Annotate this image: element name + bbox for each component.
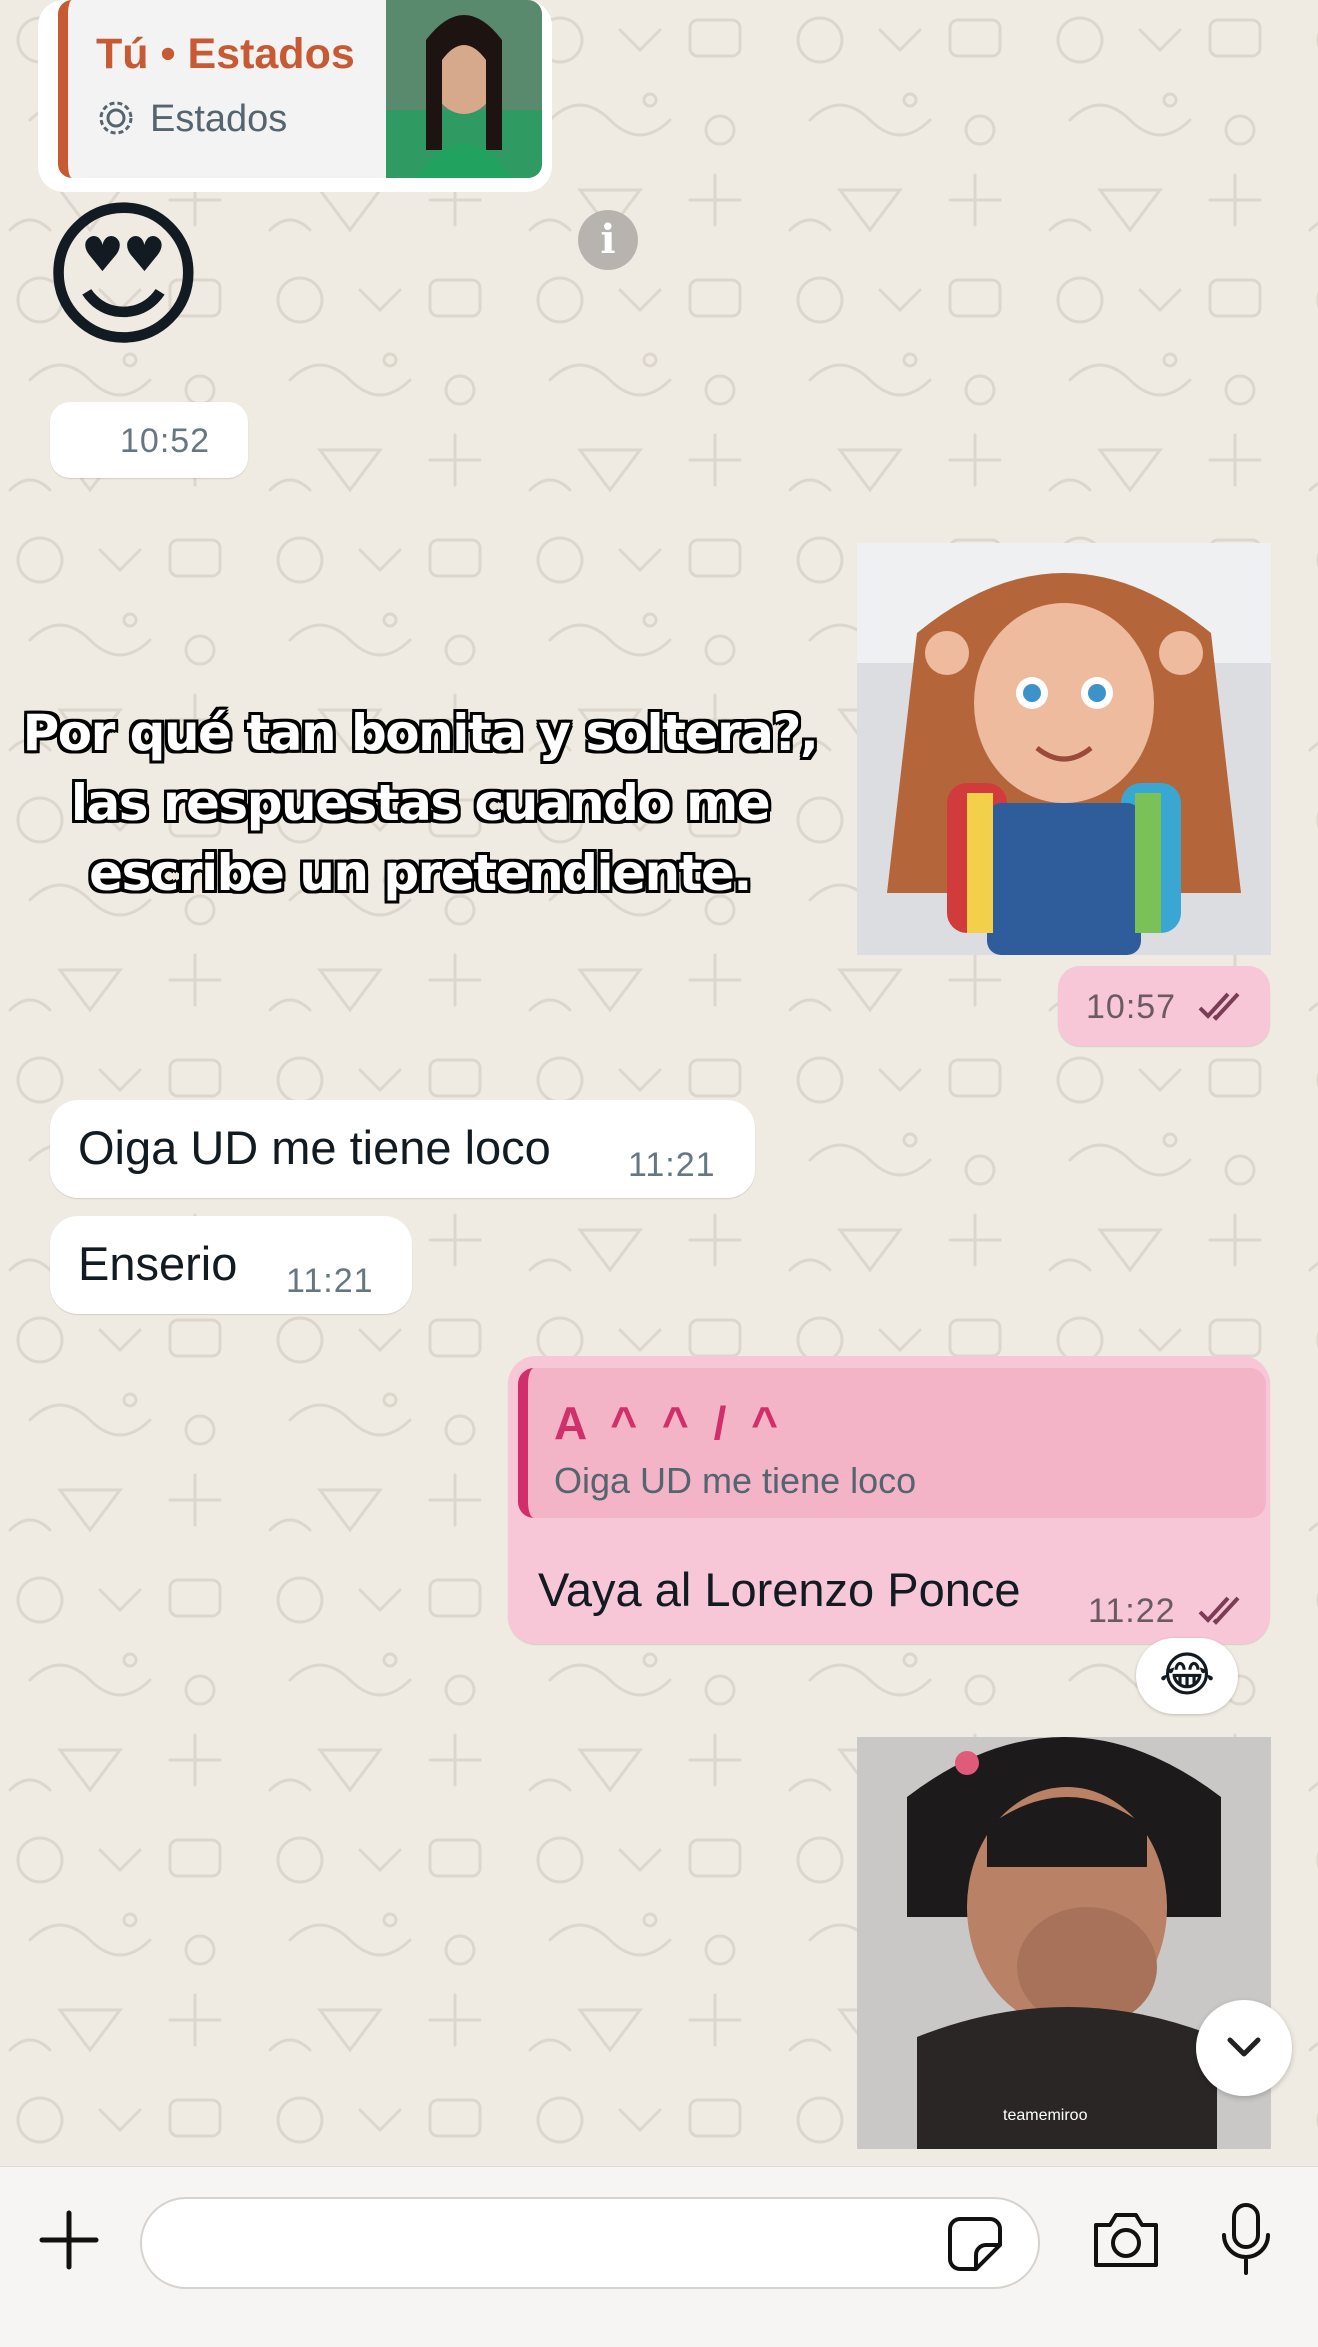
meme-caption-line-1: Por qué tan bonita y soltera?, xyxy=(22,704,819,762)
status-thumbnail[interactable] xyxy=(386,0,542,178)
emoji-message-time-bubble: 10:52 xyxy=(50,402,248,478)
incoming-message[interactable]: Enserio 11:21 xyxy=(50,1216,412,1314)
message-time: 10:52 xyxy=(120,422,211,460)
message-time: 11:22 xyxy=(1088,1592,1176,1630)
message-text: Enserio xyxy=(78,1237,238,1290)
read-ticks-icon xyxy=(1198,992,1240,1021)
doll-image-message[interactable] xyxy=(857,543,1271,955)
camera-icon[interactable] xyxy=(1090,2207,1162,2271)
reaction-emoji: 😂 xyxy=(1158,1649,1216,1702)
plus-icon[interactable] xyxy=(36,2207,102,2273)
status-ring-icon xyxy=(98,100,134,136)
message-time: 11:21 xyxy=(628,1146,716,1184)
message-text: Oiga UD me tiene loco xyxy=(78,1121,551,1174)
reaction-badge[interactable]: 😂 xyxy=(1136,1638,1238,1714)
scroll-down-button[interactable] xyxy=(1196,2000,1292,2096)
incoming-message[interactable]: Oiga UD me tiene loco 11:21 xyxy=(50,1100,755,1198)
status-reply-card[interactable]: Tú • Estados Estados xyxy=(38,0,552,192)
info-icon[interactable]: i xyxy=(578,210,638,270)
quoted-message-text: Oiga UD me tiene loco xyxy=(554,1460,917,1501)
microphone-icon[interactable] xyxy=(1218,2201,1274,2277)
sticker-icon[interactable] xyxy=(946,2215,1004,2273)
message-text: Vaya al Lorenzo Ponce xyxy=(538,1563,1021,1616)
video-watermark: teamemiroo xyxy=(1003,2107,1088,2124)
quoted-message[interactable]: A ^ ^ / ^ Oiga UD me tiene loco xyxy=(518,1368,1266,1518)
quoted-sender-name: A ^ ^ / ^ xyxy=(554,1397,785,1449)
read-ticks-icon xyxy=(1198,1596,1240,1625)
status-reply-quote[interactable]: Tú • Estados Estados xyxy=(58,0,404,178)
message-input[interactable] xyxy=(140,2197,1040,2289)
emoji-message[interactable]: 😍 xyxy=(40,196,207,356)
meme-caption-line-2: las respuestas cuando me xyxy=(70,774,771,832)
meme-caption: Por qué tan bonita y soltera?, las respu… xyxy=(20,698,820,908)
meme-caption-line-3: escribe un pretendiente. xyxy=(89,844,752,902)
image-message-time-bubble: 10:57 xyxy=(1058,966,1270,1046)
message-time: 10:57 xyxy=(1086,988,1177,1026)
message-time: 11:21 xyxy=(286,1262,374,1300)
composer-bar xyxy=(0,2166,1318,2347)
status-reply-title: Tú • Estados xyxy=(96,30,355,78)
video-message[interactable]: teamemiroo xyxy=(857,1737,1271,2149)
status-reply-subtitle: Estados xyxy=(150,98,288,140)
outgoing-reply-message[interactable]: A ^ ^ / ^ Oiga UD me tiene loco Vaya al … xyxy=(508,1356,1270,1644)
chevron-down-icon xyxy=(1227,2037,1261,2057)
